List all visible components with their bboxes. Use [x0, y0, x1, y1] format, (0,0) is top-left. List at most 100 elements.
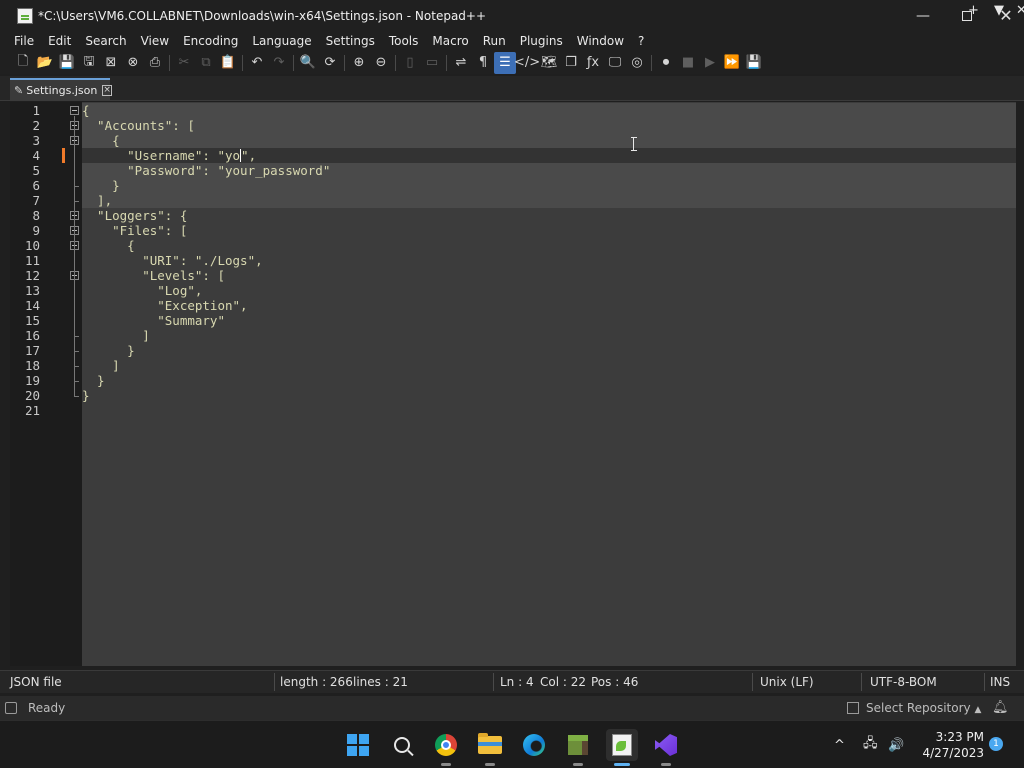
- code-text[interactable]: "Log",: [82, 283, 202, 298]
- code-line[interactable]: 11 "URI": "./Logs",: [10, 253, 1016, 268]
- code-text[interactable]: {: [82, 238, 135, 253]
- menu-file[interactable]: File: [0, 34, 41, 48]
- code-text[interactable]: "Password": "your_password": [82, 163, 330, 178]
- menu-encoding[interactable]: Encoding: [176, 34, 245, 48]
- taskbar-visual-studio[interactable]: [650, 729, 682, 766]
- document-list-icon[interactable]: ❐: [560, 52, 582, 74]
- code-line[interactable]: 5 "Password": "your_password": [10, 163, 1016, 178]
- notification-bell-icon[interactable]: 🔔︎: [992, 700, 1009, 715]
- document-map-icon[interactable]: 🗺: [538, 52, 560, 74]
- tab-close-icon[interactable]: ×: [102, 85, 112, 96]
- code-text[interactable]: }: [82, 373, 105, 388]
- taskbar-clock[interactable]: 3:23 PM 4/27/2023: [914, 729, 984, 761]
- menu-macro[interactable]: Macro: [425, 34, 475, 48]
- code-text[interactable]: "Levels": [: [82, 268, 225, 283]
- code-line[interactable]: 10 {: [10, 238, 1016, 253]
- menu-close-doc-button[interactable]: ✕: [1016, 0, 1024, 20]
- code-line[interactable]: 2 "Accounts": [: [10, 118, 1016, 133]
- status-col[interactable]: Col : 22: [540, 675, 586, 689]
- code-line[interactable]: 7 ],: [10, 193, 1016, 208]
- close-all-icon[interactable]: ⊗: [122, 52, 144, 74]
- status-pos[interactable]: Pos : 46: [591, 675, 638, 689]
- new-file-icon[interactable]: 🗋: [12, 52, 34, 74]
- copy-icon[interactable]: ⧉: [195, 52, 217, 74]
- code-line[interactable]: 9 "Files": [: [10, 223, 1016, 238]
- code-text[interactable]: "Loggers": {: [82, 208, 187, 223]
- code-text[interactable]: "Files": [: [82, 223, 187, 238]
- start-button[interactable]: [342, 729, 374, 761]
- code-line[interactable]: 16 ]: [10, 328, 1016, 343]
- menu-tab-list-button[interactable]: ▼: [994, 0, 1004, 20]
- select-repository-button[interactable]: Select Repository ▲: [866, 701, 981, 715]
- code-text[interactable]: ],: [82, 193, 112, 208]
- code-text[interactable]: "Summary": [82, 313, 225, 328]
- code-text[interactable]: }: [82, 178, 120, 193]
- play-macro-icon[interactable]: ▶: [699, 52, 721, 74]
- cut-icon[interactable]: ✂: [173, 52, 195, 74]
- code-text[interactable]: "Username": "yo",: [82, 148, 256, 163]
- code-text[interactable]: "Accounts": [: [82, 118, 195, 133]
- stop-macro-icon[interactable]: ■: [677, 52, 699, 74]
- menu-tools[interactable]: Tools: [382, 34, 426, 48]
- save-icon[interactable]: 💾: [56, 52, 78, 74]
- word-wrap-icon[interactable]: ⇌: [450, 52, 472, 74]
- notification-count-badge[interactable]: 1: [989, 737, 1003, 751]
- volume-icon[interactable]: 🔊: [888, 721, 904, 768]
- folder-workspace-icon[interactable]: 🖵: [604, 52, 626, 74]
- menu-run[interactable]: Run: [476, 34, 513, 48]
- taskbar-cube-app[interactable]: [562, 729, 594, 766]
- code-text[interactable]: "Exception",: [82, 298, 247, 313]
- editor-area[interactable]: 1{2 "Accounts": [3 {4 "Username": "yo", 5…: [10, 102, 1016, 666]
- indent-guide-icon[interactable]: ☰: [494, 51, 516, 74]
- menu-help[interactable]: ?: [631, 34, 651, 48]
- menu-search[interactable]: Search: [78, 34, 133, 48]
- code-line[interactable]: 17 }: [10, 343, 1016, 358]
- fold-toggle-icon[interactable]: [70, 106, 79, 115]
- xml-tag-icon[interactable]: </>: [514, 52, 540, 74]
- code-text[interactable]: }: [82, 388, 90, 403]
- taskbar-notepadpp[interactable]: [606, 729, 638, 766]
- print-icon[interactable]: ⎙: [144, 52, 166, 74]
- status-encoding[interactable]: UTF-8-BOM: [870, 675, 937, 689]
- save-all-icon[interactable]: 🖫: [78, 52, 100, 74]
- sync-horizontal-icon[interactable]: ▭: [421, 52, 443, 74]
- zoom-out-icon[interactable]: ⊖: [370, 52, 392, 74]
- paste-icon[interactable]: 📋: [217, 52, 239, 74]
- open-file-icon[interactable]: 📂: [34, 52, 56, 74]
- status-insert-mode[interactable]: INS: [990, 675, 1010, 689]
- maximize-button[interactable]: [944, 0, 990, 31]
- status-ln[interactable]: Ln : 4: [500, 675, 534, 689]
- code-text[interactable]: ]: [82, 358, 120, 373]
- code-text[interactable]: "URI": "./Logs",: [82, 253, 262, 268]
- minimize-button[interactable]: —: [900, 0, 946, 31]
- close-file-icon[interactable]: ⊠: [100, 52, 122, 74]
- menu-window[interactable]: Window: [570, 34, 631, 48]
- taskbar-file-explorer[interactable]: [474, 729, 506, 766]
- replace-icon[interactable]: ⟳: [319, 52, 341, 74]
- sync-vertical-icon[interactable]: ▯: [399, 52, 421, 74]
- code-line[interactable]: 20}: [10, 388, 1016, 403]
- undo-icon[interactable]: ↶: [246, 52, 268, 74]
- code-line[interactable]: 21: [10, 403, 1016, 418]
- code-line[interactable]: 8 "Loggers": {: [10, 208, 1016, 223]
- code-text[interactable]: ]: [82, 328, 150, 343]
- code-line[interactable]: 15 "Summary": [10, 313, 1016, 328]
- tab-settings-json[interactable]: ✎ Settings.json ×: [10, 78, 112, 101]
- status-eol[interactable]: Unix (LF): [760, 675, 814, 689]
- monitoring-icon[interactable]: ◎: [626, 52, 648, 74]
- menu-settings[interactable]: Settings: [319, 34, 382, 48]
- code-line[interactable]: 1{: [10, 103, 1016, 118]
- tray-overflow-chevron-icon[interactable]: ^: [834, 721, 845, 768]
- code-line[interactable]: 12 "Levels": [: [10, 268, 1016, 283]
- code-line[interactable]: 18 ]: [10, 358, 1016, 373]
- menu-language[interactable]: Language: [245, 34, 318, 48]
- code-text[interactable]: {: [82, 103, 90, 118]
- redo-icon[interactable]: ↷: [268, 52, 290, 74]
- menu-plugins[interactable]: Plugins: [513, 34, 570, 48]
- menu-edit[interactable]: Edit: [41, 34, 78, 48]
- save-macro-icon[interactable]: 💾: [743, 52, 765, 74]
- code-line[interactable]: 3 {: [10, 133, 1016, 148]
- menu-new-tab-button[interactable]: +: [968, 0, 979, 20]
- show-all-chars-icon[interactable]: ¶: [472, 52, 494, 74]
- code-line[interactable]: 13 "Log",: [10, 283, 1016, 298]
